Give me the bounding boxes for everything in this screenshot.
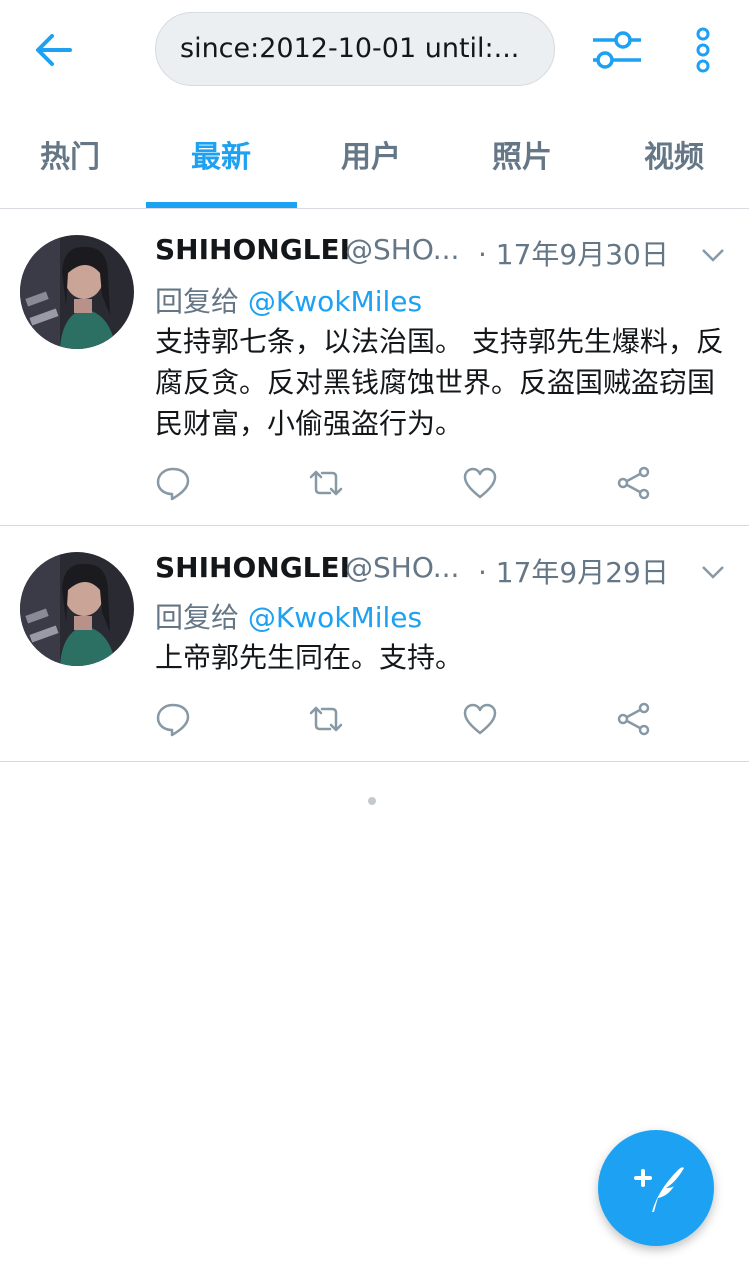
tab-latest[interactable]: 最新 <box>146 110 296 208</box>
compose-tweet-icon <box>634 1167 684 1212</box>
share-icon[interactable] <box>616 701 652 737</box>
back-arrow-icon[interactable] <box>30 28 78 72</box>
retweet-icon[interactable] <box>308 701 344 737</box>
like-heart-icon[interactable] <box>462 701 498 737</box>
tweet[interactable]: SHIHONGLEI @SHO... · 17年9月30日 回复给 @KwokM… <box>0 209 749 526</box>
tab-top[interactable]: 热门 <box>0 110 145 208</box>
tweet-text: 上帝郭先生同在。支持。 <box>155 641 464 674</box>
reply-to-line: 回复给 @KwokMiles <box>155 280 422 320</box>
tab-photos[interactable]: 照片 <box>447 110 597 208</box>
chevron-down-icon[interactable] <box>700 246 726 264</box>
tweet-text: 支持郭七条，以法治国。 支持郭先生爆料，反腐反贪。反对黑钱腐蚀世界。反盗国贼盗窃… <box>155 325 724 440</box>
top-bar: since:2012-10-01 until:... <box>0 0 749 100</box>
reply-icon[interactable] <box>155 701 191 737</box>
reply-icon[interactable] <box>155 465 191 501</box>
display-name[interactable]: SHIHONGLEI <box>155 551 350 584</box>
tweet-actions <box>0 465 749 505</box>
reply-prefix: 回复给 <box>155 601 240 634</box>
reply-mention-link[interactable]: @KwokMiles <box>248 601 422 634</box>
reply-prefix: 回复给 <box>155 285 240 318</box>
filter-sliders-icon[interactable] <box>589 26 641 74</box>
user-handle: @SHO... <box>345 233 460 266</box>
chevron-down-icon[interactable] <box>700 563 726 581</box>
tweet-actions <box>0 701 749 741</box>
tweet-date: · 17年9月29日 <box>478 556 669 589</box>
loading-dot <box>368 797 376 805</box>
search-input[interactable]: since:2012-10-01 until:... <box>155 12 555 86</box>
more-vertical-icon[interactable] <box>690 26 716 74</box>
reply-mention-link[interactable]: @KwokMiles <box>248 285 422 318</box>
tab-people[interactable]: 用户 <box>296 110 446 208</box>
reply-to-line: 回复给 @KwokMiles <box>155 596 422 636</box>
user-handle: @SHO... <box>345 551 460 584</box>
tweet-date: · 17年9月30日 <box>478 238 669 271</box>
active-tab-indicator <box>146 202 297 208</box>
avatar[interactable] <box>20 552 134 666</box>
tab-videos[interactable]: 视频 <box>599 110 749 208</box>
avatar[interactable] <box>20 235 134 349</box>
like-heart-icon[interactable] <box>462 465 498 501</box>
share-icon[interactable] <box>616 465 652 501</box>
compose-tweet-button[interactable] <box>598 1130 714 1246</box>
search-tabs: 热门 最新 用户 照片 视频 <box>0 110 749 209</box>
display-name[interactable]: SHIHONGLEI <box>155 233 350 266</box>
tweet[interactable]: SHIHONGLEI @SHO... · 17年9月29日 回复给 @KwokM… <box>0 526 749 762</box>
retweet-icon[interactable] <box>308 465 344 501</box>
